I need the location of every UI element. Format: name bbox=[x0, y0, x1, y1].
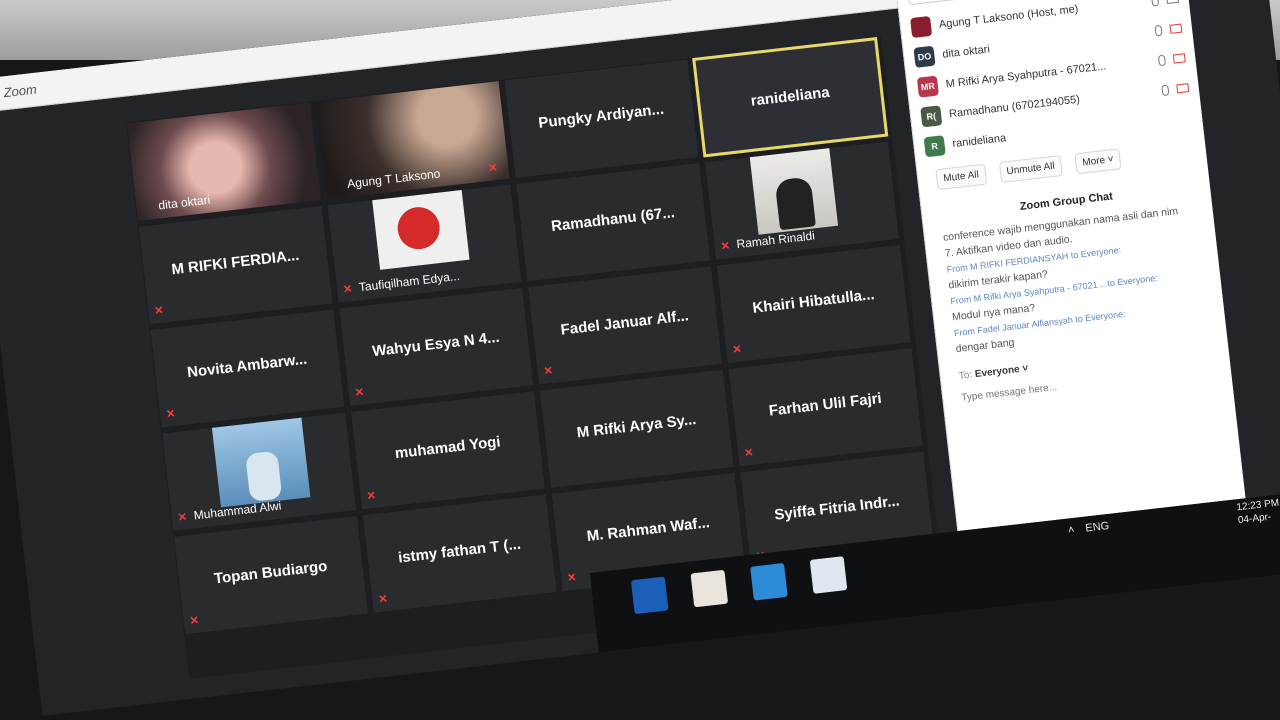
participant-tile[interactable]: Taufiqilham Edya... ✕ bbox=[326, 183, 523, 304]
participant-name: M RIFKI FERDIA... bbox=[170, 246, 301, 279]
participants-panel: Agung T Laksono (Host, me) DO dita oktar… bbox=[894, 0, 1246, 532]
participant-name: Ramadhanu (67... bbox=[550, 204, 676, 236]
participant-tile[interactable]: Novita Ambarw... ✕ bbox=[149, 308, 346, 429]
muted-mic-icon: ✕ bbox=[720, 240, 731, 254]
mic-icon[interactable] bbox=[1161, 83, 1170, 96]
muted-mic-icon: ✕ bbox=[165, 407, 177, 421]
muted-mic-icon: ✕ bbox=[366, 489, 377, 503]
muted-mic-icon: ✕ bbox=[377, 593, 389, 607]
unmute-all-button[interactable]: Unmute All bbox=[998, 155, 1063, 183]
mic-icon[interactable] bbox=[1157, 54, 1166, 66]
muted-mic-icon: ✕ bbox=[354, 386, 365, 400]
muted-mic-icon: ✕ bbox=[342, 283, 354, 297]
participant-tile[interactable]: istmy fathan T (... ✕ bbox=[361, 493, 558, 614]
chat-recipient-select[interactable]: Everyone ˅ bbox=[974, 363, 1029, 380]
chat-to-label: To: bbox=[958, 369, 973, 382]
participant-tile[interactable]: Wahyu Esya N 4... ✕ bbox=[338, 286, 535, 408]
participant-name: Topan Budiargo bbox=[213, 557, 329, 588]
participant-name: Pungky Ardiyan... bbox=[537, 100, 665, 132]
camera-off-icon[interactable] bbox=[1176, 82, 1190, 93]
muted-mic-icon: ✕ bbox=[487, 161, 499, 175]
participant-tile[interactable]: Topan Budiargo ✕ bbox=[172, 514, 370, 636]
participant-tile[interactable]: dita oktari bbox=[125, 101, 322, 222]
participant-video bbox=[211, 417, 311, 508]
participant-tile[interactable]: Khairi Hibatulla... ✕ bbox=[715, 243, 912, 365]
store-icon[interactable] bbox=[750, 562, 788, 601]
muted-mic-icon: ✕ bbox=[743, 446, 755, 460]
more-button[interactable]: More ˅ bbox=[1074, 148, 1122, 175]
edge-icon[interactable] bbox=[630, 576, 669, 615]
avatar bbox=[910, 15, 933, 39]
participant-name: ranideliana bbox=[749, 83, 831, 110]
participant-tile[interactable]: Ramah Rinaldi ✕ bbox=[703, 140, 901, 261]
muted-mic-icon: ✕ bbox=[153, 304, 165, 318]
participant-name: Syiffa Fitria Indr... bbox=[773, 492, 901, 524]
mute-all-button[interactable]: Mute All bbox=[935, 163, 987, 191]
muted-mic-icon: ✕ bbox=[566, 571, 578, 585]
participant-video bbox=[749, 148, 839, 235]
participant-name: M. Rahman Waf... bbox=[585, 514, 711, 546]
participant-tile[interactable]: Agung T Laksono ✕ bbox=[314, 80, 511, 201]
chrome-icon[interactable] bbox=[690, 569, 729, 608]
participant-tile[interactable]: M Rifki Arya Sy... bbox=[538, 368, 735, 489]
system-tray: ˄ ENG bbox=[1067, 520, 1109, 537]
participant-name: istmy fathan T (... bbox=[397, 535, 522, 567]
avatar: R( bbox=[920, 105, 943, 128]
participant-name: Fadel Januar Alf... bbox=[559, 307, 690, 339]
muted-mic-icon: ✕ bbox=[731, 343, 743, 357]
zoom-taskbar-icon[interactable] bbox=[809, 556, 848, 594]
participant-name: Taufiqilham Edya... bbox=[358, 268, 461, 295]
participant-name: Wahyu Esya N 4... bbox=[371, 328, 501, 361]
participant-tile[interactable]: Fadel Januar Alf... ✕ bbox=[526, 265, 724, 386]
participant-tile[interactable]: Pungky Ardiyan... bbox=[503, 58, 700, 179]
mic-icon[interactable] bbox=[1150, 0, 1160, 7]
taskbar-clock[interactable]: 12:23 PM 04-Apr- bbox=[1236, 497, 1280, 528]
up-arrow-icon[interactable]: ˄ bbox=[1067, 524, 1075, 537]
camera-off-icon[interactable] bbox=[1172, 52, 1186, 64]
muted-mic-icon: ✕ bbox=[177, 511, 188, 525]
camera-off-icon[interactable] bbox=[1169, 23, 1183, 34]
participant-name: muhamad Yogi bbox=[394, 433, 502, 463]
active-speaker-tile[interactable]: ranideliana bbox=[692, 37, 889, 158]
participant-tile[interactable]: Farhan Ulil Fajri ✕ bbox=[727, 347, 924, 468]
participant-name: Novita Ambarw... bbox=[186, 350, 309, 382]
avatar: MR bbox=[916, 75, 939, 98]
participant-name: Farhan Ulil Fajri bbox=[767, 389, 883, 420]
participant-name: M Rifki Arya Sy... bbox=[575, 411, 698, 442]
participant-video bbox=[126, 102, 321, 221]
participant-name: Khairi Hibatulla... bbox=[751, 286, 876, 317]
participant-tile[interactable]: M RIFKI FERDIA... ✕ bbox=[137, 204, 334, 326]
language-indicator[interactable]: ENG bbox=[1085, 520, 1110, 535]
muted-mic-icon: ✕ bbox=[189, 614, 200, 628]
avatar: DO bbox=[913, 45, 936, 68]
camera-icon[interactable] bbox=[1166, 0, 1179, 4]
participant-name: Ramah Rinaldi bbox=[735, 228, 816, 252]
participant-video bbox=[372, 190, 470, 270]
participant-tile[interactable]: Ramadhanu (67... bbox=[515, 161, 712, 283]
participant-tile[interactable]: muhamad Yogi ✕ bbox=[349, 390, 547, 511]
mic-icon[interactable] bbox=[1154, 24, 1163, 36]
muted-mic-icon: ✕ bbox=[543, 364, 554, 378]
window-title: Zoom bbox=[2, 81, 38, 101]
participant-tile[interactable]: Muhammad Alwi ✕ bbox=[161, 411, 358, 532]
avatar: R bbox=[923, 135, 946, 158]
